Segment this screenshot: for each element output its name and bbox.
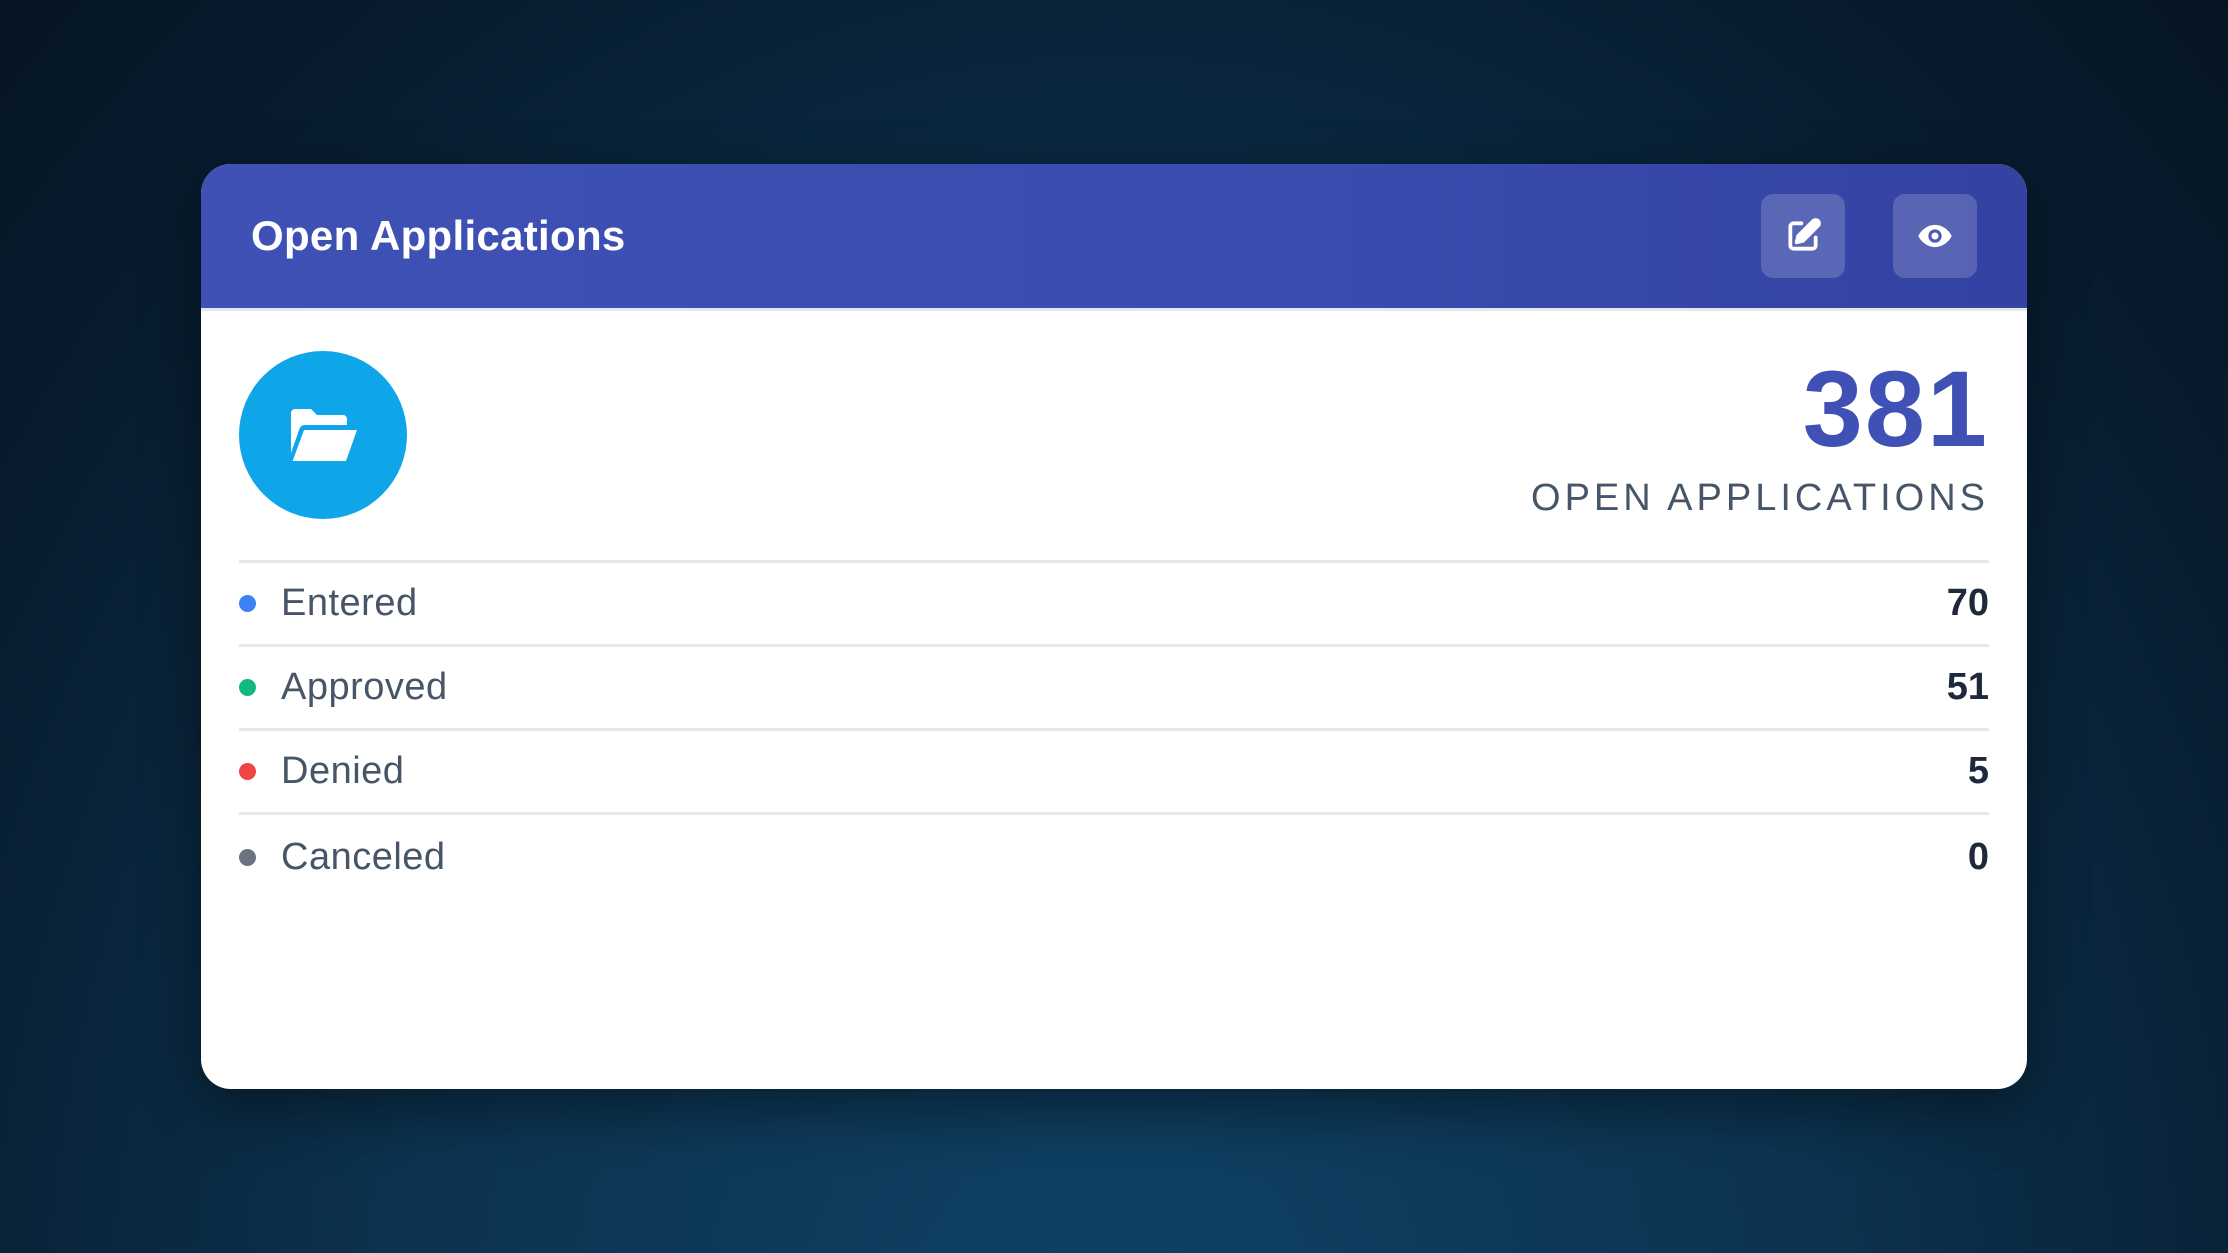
status-count: 5 — [1967, 750, 1989, 792]
status-count: 70 — [1946, 582, 1989, 624]
status-row-denied: Denied 5 — [239, 731, 1989, 815]
status-count: 51 — [1946, 666, 1989, 708]
folder-badge — [239, 351, 407, 519]
status-list: Entered 70 Approved 51 Denied 5 Canceled… — [239, 563, 1989, 899]
total-count: 381 — [1802, 348, 1989, 469]
edit-icon — [1788, 218, 1821, 251]
status-count: 0 — [1967, 835, 1989, 878]
summary-section: 381 OPEN APPLICATIONS — [239, 351, 1989, 563]
status-row-canceled: Canceled 0 — [239, 815, 1989, 899]
card-header: Open Applications — [201, 164, 2027, 311]
open-applications-card: Open Applications 381 OPEN APPLICATIONS … — [201, 164, 2027, 1089]
folder-open-icon — [291, 409, 357, 461]
edit-button[interactable] — [1761, 194, 1845, 278]
totals: 381 OPEN APPLICATIONS — [1531, 351, 1989, 520]
status-dot — [239, 679, 256, 696]
status-dot — [239, 848, 256, 866]
total-label: OPEN APPLICATIONS — [1531, 477, 1989, 519]
header-actions — [1761, 194, 1977, 278]
status-dot — [239, 763, 256, 780]
eye-icon — [1918, 224, 1952, 248]
status-label: Entered — [281, 582, 418, 624]
status-label: Approved — [281, 666, 448, 708]
card-title: Open Applications — [251, 212, 626, 259]
status-dot — [239, 595, 256, 612]
card-body: 381 OPEN APPLICATIONS Entered 70 Approve… — [201, 311, 2027, 899]
view-button[interactable] — [1893, 194, 1977, 278]
status-row-entered: Entered 70 — [239, 563, 1989, 647]
status-label: Canceled — [281, 835, 446, 878]
status-row-approved: Approved 51 — [239, 647, 1989, 731]
status-label: Denied — [281, 750, 405, 792]
